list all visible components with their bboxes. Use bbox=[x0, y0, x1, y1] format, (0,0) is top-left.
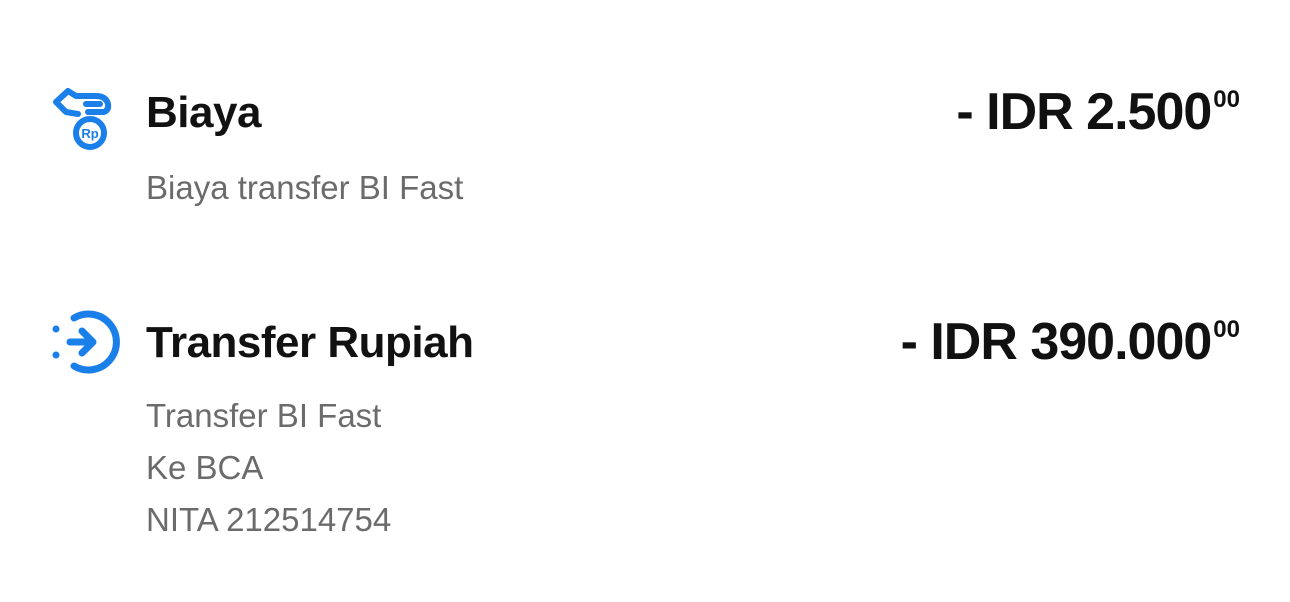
transaction-row-fee[interactable]: Rp Biaya - IDR 2.50000 Biaya transfer BI… bbox=[0, 70, 1290, 230]
transaction-details: Biaya transfer BI Fast bbox=[146, 162, 463, 214]
transfer-arrow-circle-icon bbox=[48, 305, 122, 379]
transaction-title: Biaya bbox=[146, 88, 261, 137]
hand-coin-icon: Rp bbox=[48, 78, 122, 152]
transaction-title: Transfer Rupiah bbox=[146, 318, 474, 367]
amount-main: - IDR 390.000 bbox=[900, 313, 1213, 371]
transaction-amount: - IDR 390.00000 bbox=[901, 312, 1240, 372]
svg-text:Rp: Rp bbox=[81, 126, 98, 141]
transaction-details: Transfer BI Fast Ke BCA NITA 212514754 bbox=[146, 390, 391, 546]
amount-cents: 00 bbox=[1213, 316, 1240, 343]
transaction-row-transfer[interactable]: Transfer Rupiah - IDR 390.00000 Transfer… bbox=[0, 300, 1290, 560]
detail-line: Biaya transfer BI Fast bbox=[146, 169, 464, 206]
transaction-amount: - IDR 2.50000 bbox=[956, 82, 1240, 142]
amount-cents: 00 bbox=[1213, 86, 1240, 113]
amount-main: - IDR 2.500 bbox=[956, 83, 1212, 141]
detail-line: Ke BCA bbox=[146, 449, 264, 486]
detail-line: NITA 212514754 bbox=[146, 501, 392, 538]
detail-line: Transfer BI Fast bbox=[146, 397, 382, 434]
